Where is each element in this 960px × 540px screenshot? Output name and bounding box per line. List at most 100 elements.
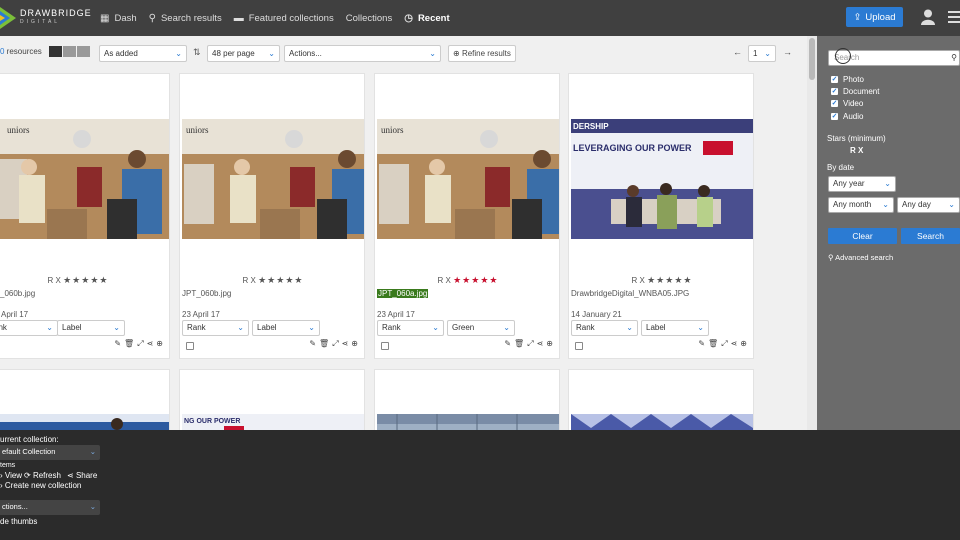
share-icon[interactable]: ⋖: [147, 339, 157, 348]
resource-thumbnail[interactable]: uniors: [0, 119, 169, 239]
chevron-down-icon: ⌄: [308, 323, 315, 332]
trash-icon[interactable]: 🗑: [514, 339, 527, 348]
share-icon[interactable]: ⋖: [731, 339, 741, 348]
rating-reset[interactable]: R X: [48, 276, 61, 285]
nav-collections[interactable]: Collections: [346, 13, 392, 24]
collection-select[interactable]: efault Collection ⌄: [0, 445, 100, 460]
rank-select[interactable]: Rank ⌄: [571, 320, 638, 336]
star-icon[interactable]: ★★★★★: [647, 275, 692, 285]
per-page-select[interactable]: 48 per page ⌄: [207, 45, 280, 62]
trash-icon[interactable]: 🗑: [708, 339, 721, 348]
resource-filename[interactable]: _060b.jpg: [0, 289, 35, 298]
add-icon[interactable]: ⊕: [156, 339, 166, 348]
filter-document-checkbox[interactable]: ✓ Document: [831, 87, 879, 96]
trash-icon[interactable]: 🗑: [124, 339, 137, 348]
day-select[interactable]: Any day ⌄: [897, 197, 960, 213]
expand-icon[interactable]: ⤢: [332, 339, 341, 348]
rank-select[interactable]: Rank ⌄: [377, 320, 444, 336]
filter-photo-checkbox[interactable]: ✓ Photo: [831, 75, 864, 84]
large-thumbs-view-icon[interactable]: [49, 46, 62, 57]
nav-featured-collections[interactable]: ▬ Featured collections: [234, 13, 334, 24]
rank-select[interactable]: ank⌄: [0, 320, 58, 336]
resource-filename[interactable]: JPT_060b.jpg: [182, 289, 231, 298]
label-select[interactable]: Label ⌄: [641, 320, 709, 336]
previous-page-arrow-icon[interactable]: ←: [733, 47, 742, 57]
rating-reset[interactable]: R X: [632, 276, 645, 285]
chevron-down-icon: ⌄: [89, 447, 96, 456]
edit-icon[interactable]: ✎: [698, 339, 708, 348]
sort-order-select[interactable]: As added ⌄: [99, 45, 187, 62]
year-select[interactable]: Any year ⌄: [828, 176, 896, 192]
list-view-icon[interactable]: [77, 46, 90, 57]
rank-select[interactable]: Rank ⌄: [182, 320, 249, 336]
resource-thumbnail[interactable]: uniors: [182, 119, 364, 239]
select-checkbox[interactable]: [186, 342, 194, 350]
share-icon[interactable]: ⋖: [537, 339, 547, 348]
add-icon[interactable]: ⊕: [740, 339, 750, 348]
label-select[interactable]: Label ⌄: [57, 320, 125, 336]
results-scrollbar[interactable]: [807, 36, 817, 430]
edit-icon[interactable]: ✎: [504, 339, 514, 348]
trash-icon[interactable]: 🗑: [319, 339, 332, 348]
hamburger-menu-icon[interactable]: [948, 11, 960, 25]
hide-thumbs-link[interactable]: de thumbs: [0, 517, 37, 526]
view-collection-link[interactable]: › View: [0, 471, 22, 480]
create-collection-link[interactable]: › Create new collection: [0, 481, 81, 490]
filter-audio-checkbox[interactable]: ✓ Audio: [831, 112, 863, 121]
next-page-arrow-icon[interactable]: →: [783, 47, 792, 57]
share-icon[interactable]: ⋖: [342, 339, 352, 348]
resource-card[interactable]: uniors R X ★★★★★ _060b.jpg April 17 ank⌄…: [0, 73, 170, 359]
resource-card[interactable]: [374, 369, 560, 444]
advanced-search-link[interactable]: ⚲ Advanced search: [828, 253, 893, 262]
search-button[interactable]: Search: [901, 228, 960, 244]
clear-button[interactable]: Clear: [828, 228, 897, 244]
sort-direction-icon[interactable]: ⇅: [193, 47, 201, 58]
nav-dash[interactable]: ▦ Dash: [100, 13, 137, 24]
resource-card[interactable]: uniors R X ★★★★★ JPT_060a.jpg 23 April 1…: [374, 73, 560, 359]
edit-icon[interactable]: ✎: [114, 339, 124, 348]
expand-icon[interactable]: ⤢: [721, 339, 730, 348]
rating-reset[interactable]: R X: [438, 276, 451, 285]
expand-icon[interactable]: ⤢: [137, 339, 146, 348]
share-collection-link[interactable]: ⋖ Share: [67, 471, 97, 480]
resource-card[interactable]: uniors R X ★★★★★ JPT_060b.jpg 23 April 1…: [179, 73, 365, 359]
resource-filename[interactable]: DrawbridgeDigital_WNBA05.JPG: [571, 289, 689, 298]
share-icon: ⋖: [67, 471, 74, 480]
user-icon[interactable]: [921, 9, 935, 25]
star-icon[interactable]: ★★★★★: [258, 275, 303, 285]
select-checkbox[interactable]: [575, 342, 583, 350]
refine-results-button[interactable]: ⊕ Refine results: [448, 45, 516, 62]
page-number-select[interactable]: 1 ⌄: [748, 45, 776, 62]
resource-card[interactable]: DERSHIP LEVERAGING OUR POWER R X ★★★★★ D…: [568, 73, 754, 359]
edit-icon[interactable]: ✎: [309, 339, 319, 348]
refresh-collection-link[interactable]: ⟳ Refresh: [24, 471, 61, 480]
star-icon[interactable]: ★★★★★: [63, 275, 108, 285]
month-select[interactable]: Any month ⌄: [828, 197, 894, 213]
label-select[interactable]: Label ⌄: [252, 320, 320, 336]
rating-reset[interactable]: R X: [243, 276, 256, 285]
small-thumbs-view-icon[interactable]: [63, 46, 76, 57]
actions-select[interactable]: Actions... ⌄: [284, 45, 441, 62]
expand-icon[interactable]: ⤢: [527, 339, 536, 348]
select-checkbox[interactable]: [381, 342, 389, 350]
nav-recent[interactable]: ◷ Recent: [404, 13, 449, 24]
nav-search-results[interactable]: ⚲ Search results: [149, 13, 222, 24]
label-select[interactable]: Green ⌄: [447, 320, 515, 336]
resource-filename[interactable]: JPT_060a.jpg: [377, 289, 429, 298]
star-icon[interactable]: ★★★★★: [453, 275, 498, 285]
resource-thumbnail[interactable]: DERSHIP LEVERAGING OUR POWER: [571, 119, 753, 239]
collection-actions-select[interactable]: ctions... ⌄: [0, 500, 100, 515]
resource-card[interactable]: [568, 369, 754, 444]
add-icon[interactable]: ⊕: [546, 339, 556, 348]
filter-video-checkbox[interactable]: ✓ Video: [831, 99, 863, 108]
resource-thumbnail[interactable]: uniors: [377, 119, 559, 239]
add-icon[interactable]: ⊕: [351, 339, 361, 348]
resource-card[interactable]: [0, 369, 170, 444]
search-icon[interactable]: ⚲: [951, 53, 957, 62]
logo[interactable]: DRAWBRIDGE DIGITAL: [0, 5, 92, 31]
chevron-down-icon: ⌄: [626, 323, 633, 332]
upload-button[interactable]: ⇪ Upload: [846, 7, 903, 27]
scrollbar-thumb[interactable]: [809, 38, 815, 80]
stars-minimum-reset[interactable]: R X: [850, 146, 863, 155]
resource-card[interactable]: NG OUR POWER: [179, 369, 365, 444]
